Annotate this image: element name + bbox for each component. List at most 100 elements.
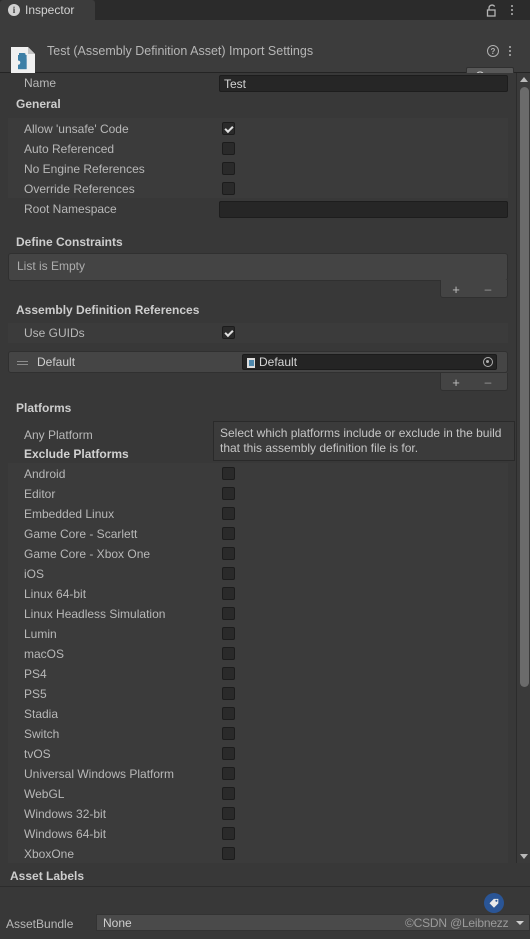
platforms-header: Platforms: [16, 401, 72, 415]
info-icon: i: [8, 4, 20, 16]
row-platform: Windows 32-bit: [8, 804, 508, 824]
platform-checkbox[interactable]: [222, 767, 235, 780]
platform-checkbox[interactable]: [222, 727, 235, 740]
scrollbar-thumb[interactable]: [520, 87, 529, 687]
row-platform: PS4: [8, 664, 508, 684]
asset-header: Test (Assembly Definition Asset) Import …: [0, 20, 530, 85]
platform-checkbox[interactable]: [222, 487, 235, 500]
header-kebab-menu-icon[interactable]: [504, 44, 516, 58]
tab-inspector[interactable]: i Inspector: [0, 0, 95, 20]
platform-checkbox[interactable]: [222, 667, 235, 680]
row-platform: Game Core - Xbox One: [8, 544, 508, 564]
object-picker-icon[interactable]: [483, 357, 493, 367]
override-references-checkbox[interactable]: [222, 182, 235, 195]
platform-checkbox[interactable]: [222, 847, 235, 860]
platform-label: Universal Windows Platform: [24, 767, 175, 781]
assembly-references-header: Assembly Definition References: [16, 303, 200, 317]
auto-referenced-checkbox[interactable]: [222, 142, 235, 155]
assetbundle-value: None: [103, 916, 132, 930]
asset-labels-header: Asset Labels: [10, 869, 85, 883]
tab-inspector-label: Inspector: [25, 3, 75, 17]
any-platform-label[interactable]: Any Platform: [24, 428, 93, 442]
platform-checkbox[interactable]: [222, 587, 235, 600]
define-constraints-list[interactable]: List is Empty: [8, 253, 508, 281]
row-root-namespace: Root Namespace: [8, 199, 508, 219]
platform-checkbox[interactable]: [222, 547, 235, 560]
platform-checkbox[interactable]: [222, 627, 235, 640]
platform-label: Editor: [24, 487, 56, 501]
kebab-menu-icon[interactable]: [506, 3, 518, 17]
platform-label: Game Core - Scarlett: [24, 527, 138, 541]
assembly-reference-row[interactable]: Default Default: [8, 351, 508, 373]
platform-checkbox[interactable]: [222, 807, 235, 820]
platform-checkbox[interactable]: [222, 747, 235, 760]
platform-checkbox[interactable]: [222, 707, 235, 720]
platform-checkbox[interactable]: [222, 687, 235, 700]
general-section-header: General: [16, 97, 61, 111]
use-guids-checkbox[interactable]: [222, 326, 235, 339]
assembly-references-remove-button[interactable]: –: [479, 375, 497, 389]
lock-open-icon[interactable]: [486, 4, 498, 17]
assembly-reference-object-value: Default: [259, 355, 298, 369]
row-no-engine-references: No Engine References: [8, 159, 508, 179]
platform-checkbox[interactable]: [222, 827, 235, 840]
page-title: Test (Assembly Definition Asset) Import …: [47, 44, 314, 58]
define-constraints-header: Define Constraints: [16, 235, 123, 249]
row-platform: Stadia: [8, 704, 508, 724]
tag-icon[interactable]: [484, 893, 504, 913]
define-constraints-empty-text: List is Empty: [17, 259, 86, 273]
no-engine-references-checkbox[interactable]: [222, 162, 235, 175]
platforms-info-box: Select which platforms include or exclud…: [213, 421, 515, 461]
platform-checkbox[interactable]: [222, 607, 235, 620]
platform-label: Game Core - Xbox One: [24, 547, 151, 561]
help-icon[interactable]: ?: [487, 45, 499, 57]
allow-unsafe-code-checkbox[interactable]: [222, 122, 235, 135]
assembly-reference-name: Default: [37, 355, 76, 369]
assembly-references-add-button[interactable]: +: [447, 375, 465, 390]
row-platform: Game Core - Scarlett: [8, 524, 508, 544]
platform-label: Windows 32-bit: [24, 807, 107, 821]
assetbundle-label: AssetBundle: [6, 917, 74, 931]
row-platform: tvOS: [8, 744, 508, 764]
row-platform: Switch: [8, 724, 508, 744]
platform-label: PS4: [24, 667, 47, 681]
platform-checkbox[interactable]: [222, 567, 235, 580]
platform-label: Android: [24, 467, 66, 481]
platform-checkbox[interactable]: [222, 527, 235, 540]
chevron-down-icon: [516, 921, 524, 925]
scroll-down-arrow-icon[interactable]: [520, 854, 528, 859]
override-references-label: Override References: [24, 182, 135, 196]
platform-checkbox[interactable]: [222, 787, 235, 800]
exclude-platforms-label[interactable]: Exclude Platforms: [24, 447, 129, 461]
window-tab-bar: i Inspector: [0, 0, 530, 20]
name-input[interactable]: [219, 75, 508, 92]
platform-label: Lumin: [24, 627, 57, 641]
inspector-scrollbar[interactable]: [516, 73, 530, 863]
name-row: Name: [8, 73, 508, 93]
row-platform: Android: [8, 464, 508, 484]
platform-checkbox[interactable]: [222, 507, 235, 520]
platform-checkbox[interactable]: [222, 467, 235, 480]
platform-checkbox[interactable]: [222, 647, 235, 660]
row-platform: Universal Windows Platform: [8, 764, 508, 784]
row-platform: Embedded Linux: [8, 504, 508, 524]
row-platform: Linux 64-bit: [8, 584, 508, 604]
row-override-references: Override References: [8, 179, 508, 199]
platform-label: Stadia: [24, 707, 59, 721]
inspector-window: i Inspector Test (Assembly Definition As…: [0, 0, 530, 939]
no-engine-references-label: No Engine References: [24, 162, 145, 176]
platform-label: iOS: [24, 567, 45, 581]
platform-label: tvOS: [24, 747, 51, 761]
root-namespace-label: Root Namespace: [24, 202, 117, 216]
use-guids-label: Use GUIDs: [24, 326, 85, 340]
platform-label: macOS: [24, 647, 65, 661]
platform-label: XboxOne: [24, 847, 75, 861]
define-constraints-add-button[interactable]: +: [447, 282, 465, 297]
drag-handle-icon[interactable]: [17, 361, 28, 365]
root-namespace-input[interactable]: [219, 201, 508, 218]
assembly-reference-object-field[interactable]: Default: [242, 354, 497, 370]
assembly-definition-icon: [247, 358, 255, 368]
scroll-up-arrow-icon[interactable]: [520, 77, 528, 82]
inspector-content: Name General Allow 'unsafe' Code Auto Re…: [0, 73, 516, 863]
define-constraints-remove-button[interactable]: –: [479, 282, 497, 296]
